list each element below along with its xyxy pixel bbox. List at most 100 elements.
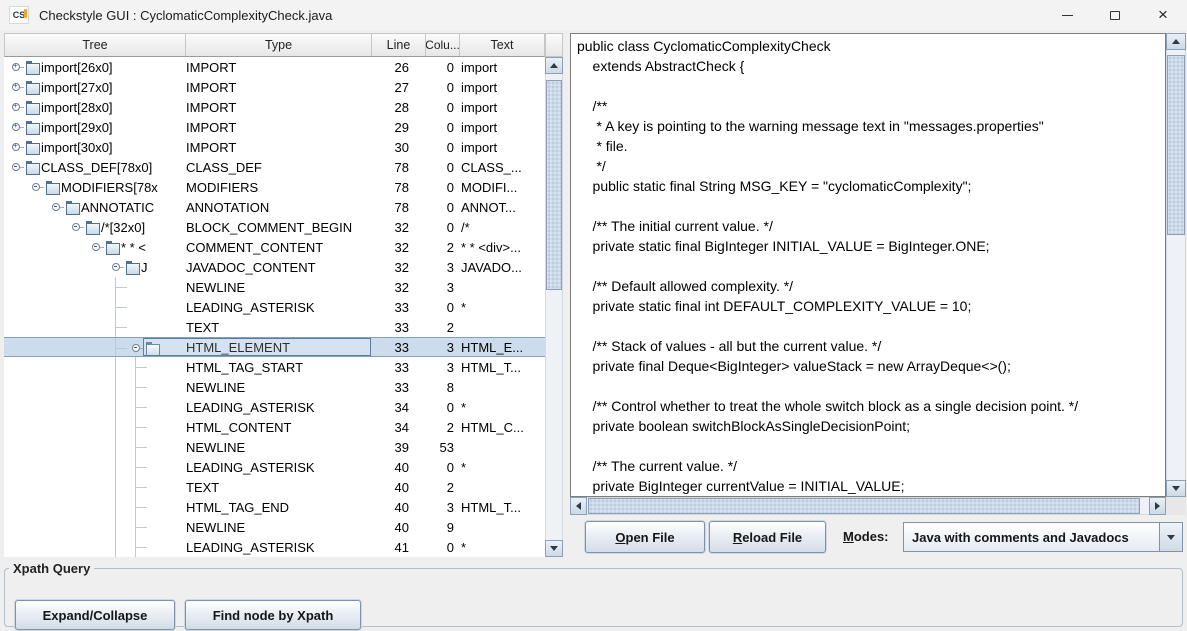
- selection-focus-box: [143, 338, 371, 356]
- tree-scroll-thumb[interactable]: [546, 80, 562, 290]
- combobox-dropdown-button[interactable]: [1159, 523, 1182, 551]
- tree-toggle-handle-icon[interactable]: [50, 197, 64, 217]
- text-cell: import: [459, 137, 545, 157]
- editor-scroll-right-button[interactable]: [1149, 497, 1166, 515]
- tree-table-row[interactable]: HTML_TAG_START 33 3 HTML_T...: [4, 357, 545, 377]
- code-line: private boolean switchBlockAsSingleDecis…: [577, 416, 1165, 436]
- tree-toggle-handle-icon[interactable]: [10, 77, 24, 97]
- column-header-column[interactable]: Colu...: [426, 34, 460, 56]
- tree-indent: [4, 517, 150, 537]
- tree-scroll-up-button[interactable]: [545, 57, 563, 74]
- line-cell: 40: [371, 457, 425, 477]
- text-cell: *: [459, 457, 545, 477]
- tree-table-row[interactable]: ANNOTATIC ANNOTATION 78 0 ANNOT...: [4, 197, 545, 217]
- editor-scroll-thumb[interactable]: [1167, 55, 1185, 235]
- tree-cell: [4, 537, 185, 557]
- text-cell: [459, 477, 545, 497]
- arrow-right-icon: [1155, 502, 1160, 510]
- tree-toggle-handle-icon[interactable]: [10, 157, 24, 177]
- column-cell: 0: [425, 197, 459, 217]
- minimize-icon: [1062, 15, 1073, 16]
- tree-toggle-handle-icon[interactable]: [70, 217, 84, 237]
- find-node-by-xpath-button[interactable]: Find node by Xpath: [185, 600, 361, 630]
- maximize-button[interactable]: [1091, 0, 1139, 30]
- tree-cell: [4, 357, 185, 377]
- tree-table-row[interactable]: NEWLINE 39 53: [4, 437, 545, 457]
- text-cell: *: [459, 397, 545, 417]
- editor-scroll-down-button[interactable]: [1166, 480, 1186, 497]
- line-cell: 40: [371, 477, 425, 497]
- column-cell: 0: [425, 297, 459, 317]
- type-cell: NEWLINE: [185, 377, 371, 397]
- type-cell: MODIFIERS: [185, 177, 371, 197]
- tree-table-row[interactable]: LEADING_ASTERISK 40 0 *: [4, 457, 545, 477]
- tree-table-row[interactable]: LEADING_ASTERISK 41 0 *: [4, 537, 545, 557]
- editor-scroll-left-button[interactable]: [570, 497, 587, 515]
- column-cell: 53: [425, 437, 459, 457]
- source-code-editor[interactable]: public class CyclomaticComplexityCheck e…: [570, 33, 1166, 497]
- tree-table-row[interactable]: * * < COMMENT_CONTENT 32 2 * * <div>...: [4, 237, 545, 257]
- tree-toggle-handle-icon[interactable]: [10, 57, 24, 77]
- tree-toggle-handle-icon[interactable]: [30, 177, 44, 197]
- tree-cell: MODIFIERS[78x: [4, 177, 185, 197]
- tree-table-row[interactable]: import[29x0] IMPORT 29 0 import: [4, 117, 545, 137]
- tree-table-row[interactable]: import[27x0] IMPORT 27 0 import: [4, 77, 545, 97]
- tree-table-row[interactable]: import[30x0] IMPORT 30 0 import: [4, 137, 545, 157]
- tree-table-row[interactable]: NEWLINE 40 9: [4, 517, 545, 537]
- tree-table-row[interactable]: CLASS_DEF[78x0] CLASS_DEF 78 0 CLASS_...: [4, 157, 545, 177]
- tree-table-row[interactable]: HTML_TAG_END 40 3 HTML_T...: [4, 497, 545, 517]
- column-header-type[interactable]: Type: [186, 34, 372, 56]
- tree-scroll-down-button[interactable]: [545, 540, 563, 557]
- tree-table-row[interactable]: LEADING_ASTERISK 34 0 *: [4, 397, 545, 417]
- column-header-tree[interactable]: Tree: [5, 34, 186, 56]
- tree-table-row[interactable]: /*[32x0] BLOCK_COMMENT_BEGIN 32 0 /*: [4, 217, 545, 237]
- tree-toggle-handle-icon[interactable]: [10, 97, 24, 117]
- tree-table-row[interactable]: LEADING_ASTERISK 33 0 *: [4, 297, 545, 317]
- modes-combobox[interactable]: Java with comments and Javadocs: [903, 522, 1183, 552]
- tree-table-row[interactable]: NEWLINE 32 3: [4, 277, 545, 297]
- tree-toggle-handle-icon[interactable]: [10, 117, 24, 137]
- checkstyle-logo-icon: CS: [9, 6, 29, 24]
- close-button[interactable]: [1139, 0, 1187, 30]
- code-line: private static final BigInteger INITIAL_…: [577, 236, 1165, 256]
- tree-cell: import[30x0]: [4, 137, 185, 157]
- tree-table-row[interactable]: J JAVADOC_CONTENT 32 3 JAVADO...: [4, 257, 545, 277]
- line-cell: 34: [371, 417, 425, 437]
- text-cell: CLASS_...: [459, 157, 545, 177]
- editor-scroll-up-button[interactable]: [1166, 33, 1186, 50]
- tree-table-row[interactable]: MODIFIERS[78x MODIFIERS 78 0 MODIFI...: [4, 177, 545, 197]
- tree-node-folder-icon: [24, 117, 41, 137]
- column-cell: 8: [425, 377, 459, 397]
- editor-scroll-track[interactable]: [1166, 50, 1186, 480]
- column-cell: 2: [425, 317, 459, 337]
- open-file-button[interactable]: Open File: [585, 521, 705, 553]
- tree-toggle-handle-icon[interactable]: [10, 137, 24, 157]
- tree-table-row[interactable]: import[26x0] IMPORT 26 0 import: [4, 57, 545, 77]
- expand-collapse-button[interactable]: Expand/Collapse: [15, 600, 175, 630]
- tree-toggle-handle-icon[interactable]: [110, 257, 124, 277]
- tree-table-row[interactable]: TEXT 33 2: [4, 317, 545, 337]
- file-controls-bar: Open File Reload File Modes: Java with c…: [570, 515, 1187, 557]
- tree-table-row[interactable]: HTML_ELEMENT 33 3 HTML_E...: [4, 337, 545, 357]
- code-line: /** Control whether to treat the whole s…: [577, 396, 1165, 416]
- editor-horizontal-thumb[interactable]: [588, 498, 1140, 514]
- tree-table-row[interactable]: TEXT 40 2: [4, 477, 545, 497]
- tree-table-row[interactable]: NEWLINE 33 8: [4, 377, 545, 397]
- minimize-button[interactable]: [1043, 0, 1091, 30]
- tree-scroll-track[interactable]: [545, 74, 563, 540]
- tree-toggle-handle-icon[interactable]: [130, 338, 144, 356]
- type-cell: IMPORT: [185, 57, 371, 77]
- tree-table-row[interactable]: import[28x0] IMPORT 28 0 import: [4, 97, 545, 117]
- editor-horizontal-track[interactable]: [587, 497, 1149, 515]
- column-cell: 0: [425, 177, 459, 197]
- column-header-line[interactable]: Line: [372, 34, 426, 56]
- tree-table-row[interactable]: HTML_CONTENT 34 2 HTML_C...: [4, 417, 545, 437]
- reload-file-button[interactable]: Reload File: [709, 521, 826, 553]
- column-cell: 0: [425, 57, 459, 77]
- type-cell: IMPORT: [185, 97, 371, 117]
- code-line: private BigInteger currentValue = INITIA…: [577, 476, 1165, 496]
- column-header-text[interactable]: Text: [460, 34, 544, 56]
- text-cell: import: [459, 77, 545, 97]
- column-cell: 0: [425, 397, 459, 417]
- tree-toggle-handle-icon[interactable]: [90, 237, 104, 257]
